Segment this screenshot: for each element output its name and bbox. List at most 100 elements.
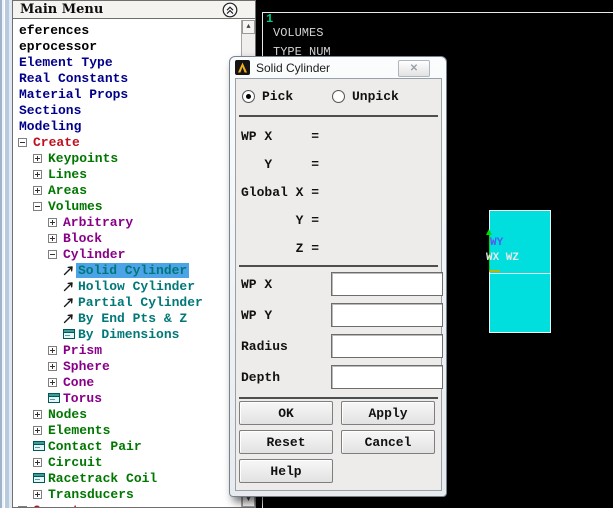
dialog-box-icon xyxy=(32,441,45,451)
apply-button[interactable]: Apply xyxy=(341,401,435,425)
tree-item-label: Operate xyxy=(31,503,90,508)
radius-input[interactable] xyxy=(331,334,443,358)
pick-status-readout: WP X = Y = Global X = Y = Z = xyxy=(241,123,319,263)
tree-item-torus[interactable]: Torus xyxy=(13,390,255,406)
tree-item-volumes[interactable]: Volumes xyxy=(13,198,255,214)
tree-item-label: Real Constants xyxy=(19,70,129,86)
unpick-radio-label: Unpick xyxy=(352,88,399,104)
tree-item-by-dimensions[interactable]: By Dimensions xyxy=(13,326,255,342)
status-global-y: Y = xyxy=(241,213,320,228)
tree-item-arbitrary[interactable]: Arbitrary xyxy=(13,214,255,230)
plot-legend-volumes: VOLUMES xyxy=(273,26,324,40)
status-wp-x: WP X = xyxy=(241,129,320,144)
tree-item-lines[interactable]: Lines xyxy=(13,166,255,182)
depth-input[interactable] xyxy=(331,365,443,389)
tree-item-real-constants[interactable]: Real Constants xyxy=(13,70,255,86)
tree-item-prism[interactable]: Prism xyxy=(13,342,255,358)
main-menu-titlebar[interactable]: Main Menu xyxy=(12,0,256,19)
tree-item-cone[interactable]: Cone xyxy=(13,374,255,390)
collapse-minus-icon[interactable] xyxy=(18,137,27,147)
tree-item-label: Prism xyxy=(63,342,103,358)
status-global-x: Global X = xyxy=(241,185,320,200)
help-button[interactable]: Help xyxy=(239,459,333,483)
tree-item-hollow-cylinder[interactable]: Hollow Cylinder xyxy=(13,278,255,294)
dialog-box-icon xyxy=(47,393,60,403)
expand-plus-icon[interactable] xyxy=(33,489,42,499)
expand-plus-icon[interactable] xyxy=(33,409,42,419)
pick-arrow-icon xyxy=(63,314,73,324)
tree-item-operate[interactable]: Operate xyxy=(13,502,255,508)
expand-plus-icon[interactable] xyxy=(33,169,42,179)
tree-item-label: eprocessor xyxy=(19,38,98,54)
collapse-panel-button[interactable] xyxy=(222,2,238,18)
unpick-radio[interactable]: Unpick xyxy=(332,88,399,104)
tree-item-label: Sections xyxy=(19,102,82,118)
tree-item-label: Contact Pair xyxy=(48,438,142,454)
dialog-content: Pick Unpick WP X = Y = Global X = Y = Z … xyxy=(235,78,443,491)
collapse-minus-icon[interactable] xyxy=(48,249,57,259)
radius-field-label: Radius xyxy=(241,339,288,354)
tree-item-by-end-pts-z[interactable]: By End Pts & Z xyxy=(13,310,255,326)
wp-x-input[interactable] xyxy=(331,272,443,296)
tree-item-label: Partial Cylinder xyxy=(78,294,203,310)
depth-field-row: Depth xyxy=(241,364,443,392)
tree-item-block[interactable]: Block xyxy=(13,230,255,246)
status-wp-y: Y = xyxy=(241,157,320,172)
workplane-wy-label: WY xyxy=(490,237,504,249)
expand-plus-icon[interactable] xyxy=(48,233,57,243)
workplane-wxwz-label: WX WZ xyxy=(486,252,520,264)
expand-plus-icon[interactable] xyxy=(48,345,57,355)
tree-item-label: By Dimensions xyxy=(78,326,180,342)
tree-item-element-type[interactable]: Element Type xyxy=(13,54,255,70)
expand-plus-icon[interactable] xyxy=(33,153,42,163)
radio-dot-icon xyxy=(242,89,255,103)
separator xyxy=(239,115,438,117)
tree-item-racetrack-coil[interactable]: Racetrack Coil xyxy=(13,470,255,486)
scroll-up-button[interactable]: ▲ xyxy=(242,20,255,34)
tree-item-circuit[interactable]: Circuit xyxy=(13,454,255,470)
tree-item-eprocessor[interactable]: eprocessor xyxy=(13,38,255,54)
tree-item-material-props[interactable]: Material Props xyxy=(13,86,255,102)
dialog-titlebar[interactable]: Solid Cylinder ✕ xyxy=(230,57,446,78)
close-icon[interactable]: ✕ xyxy=(398,60,430,77)
tree-item-modeling[interactable]: Modeling xyxy=(13,118,255,134)
tree-item-elements[interactable]: Elements xyxy=(13,422,255,438)
collapse-minus-icon[interactable] xyxy=(33,201,42,211)
tree-item-label: Cone xyxy=(63,374,95,390)
tree-item-label: By End Pts & Z xyxy=(78,310,188,326)
cancel-button[interactable]: Cancel xyxy=(341,430,435,454)
tree-item-label: Elements xyxy=(48,422,111,438)
ok-button[interactable]: OK xyxy=(239,401,333,425)
tree-item-keypoints[interactable]: Keypoints xyxy=(13,150,255,166)
main-menu-tree-area: eferences eprocessor Element Type Real Cons… xyxy=(12,19,256,508)
viewport-border-top xyxy=(262,12,613,13)
expand-plus-icon[interactable] xyxy=(48,377,57,387)
expand-plus-icon[interactable] xyxy=(48,217,57,227)
tree-item-sections[interactable]: Sections xyxy=(13,102,255,118)
tree-item-contact-pair[interactable]: Contact Pair xyxy=(13,438,255,454)
tree-item-label: Transducers xyxy=(48,486,134,502)
pick-radio-label: Pick xyxy=(262,88,294,104)
radius-field-row: Radius xyxy=(241,333,443,361)
workplane-x-axis xyxy=(489,270,500,272)
tree-item-nodes[interactable]: Nodes xyxy=(13,406,255,422)
reset-button[interactable]: Reset xyxy=(239,430,333,454)
tree-item-label: Keypoints xyxy=(48,150,119,166)
tree-item-eferences[interactable]: eferences xyxy=(13,22,255,38)
tree-item-transducers[interactable]: Transducers xyxy=(13,486,255,502)
expand-plus-icon[interactable] xyxy=(33,457,42,467)
expand-plus-icon[interactable] xyxy=(33,185,42,195)
tree-item-sphere[interactable]: Sphere xyxy=(13,358,255,374)
pick-radio[interactable]: Pick xyxy=(242,88,293,104)
wp-y-input[interactable] xyxy=(331,303,443,327)
plot-number: 1 xyxy=(266,12,274,26)
separator xyxy=(239,265,438,267)
tree-item-partial-cylinder[interactable]: Partial Cylinder xyxy=(13,294,255,310)
dialog-box-icon xyxy=(32,473,45,483)
tree-item-create[interactable]: Create xyxy=(13,134,255,150)
tree-item-areas[interactable]: Areas xyxy=(13,182,255,198)
expand-plus-icon[interactable] xyxy=(33,425,42,435)
expand-plus-icon[interactable] xyxy=(48,361,57,371)
tree-item-solid-cylinder[interactable]: Solid Cylinder xyxy=(13,262,255,278)
tree-item-cylinder[interactable]: Cylinder xyxy=(13,246,255,262)
